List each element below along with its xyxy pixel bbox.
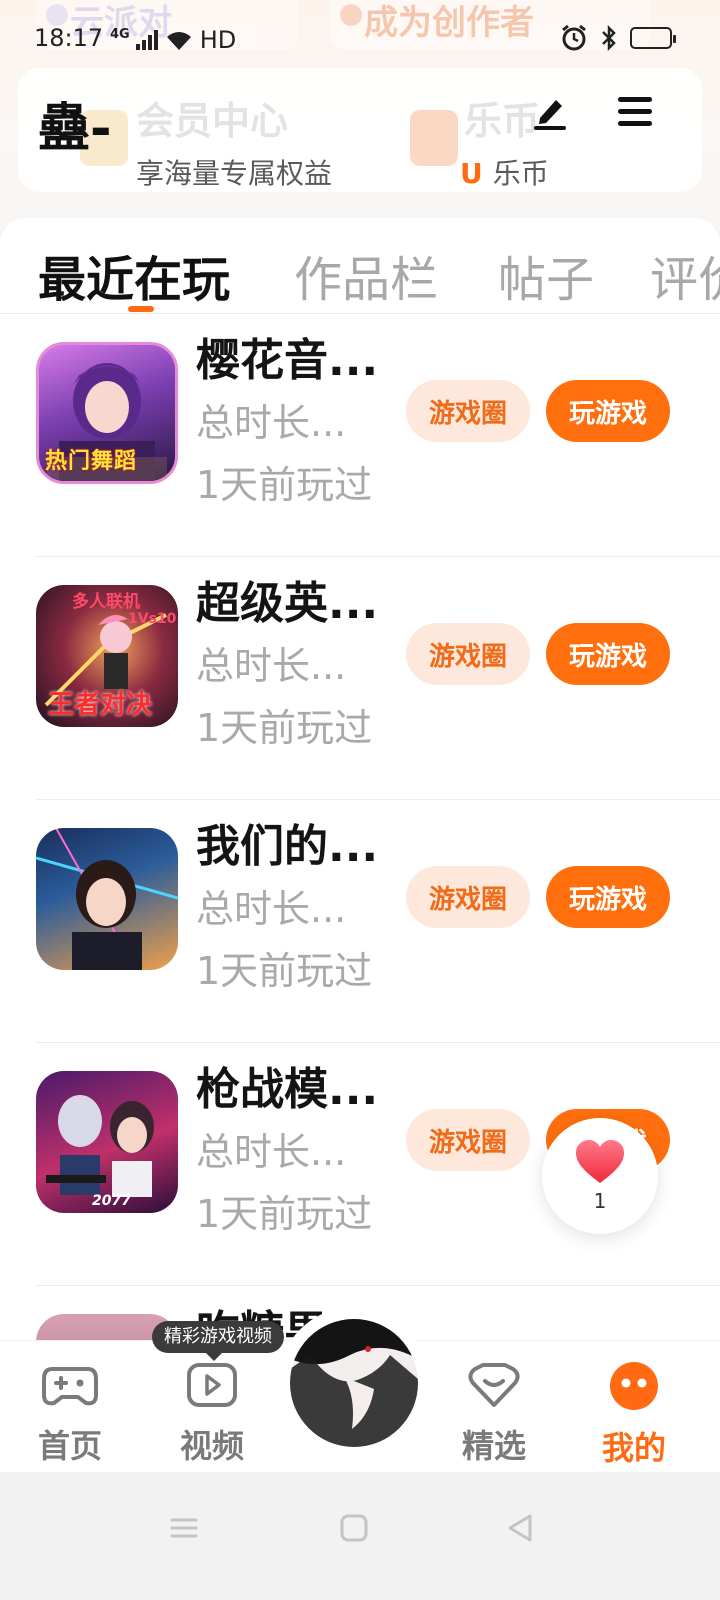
game-duration: 总时长... xyxy=(196,644,347,688)
menu-button[interactable] xyxy=(612,88,660,136)
smile-face-icon xyxy=(610,1362,658,1410)
game-title: 枪战模... xyxy=(196,1064,379,1115)
avatar xyxy=(290,1319,418,1447)
member-card[interactable]: 会员中心 享海量专属权益 乐币 U 乐币 xyxy=(18,68,702,192)
game-title: 我们的... xyxy=(196,821,379,872)
network-indicator: 4G HD xyxy=(110,26,237,54)
tab-posts[interactable]: 帖子 xyxy=(498,240,594,310)
game-circle-button[interactable]: 游戏圈 xyxy=(406,1109,530,1171)
play-game-button[interactable]: 玩游戏 xyxy=(546,623,670,685)
game-title: 樱花音... xyxy=(196,335,379,386)
status-bar: 18:17 4G HD xyxy=(0,20,720,60)
game-last-played: 1天前玩过 xyxy=(196,463,373,507)
tab-active-indicator xyxy=(128,306,154,312)
hamburger-menu-icon xyxy=(618,97,652,126)
coin-bag-icon xyxy=(410,110,458,166)
username[interactable]: 蠱- xyxy=(38,86,112,161)
game-icon-our-story[interactable] xyxy=(36,828,178,970)
back-button[interactable] xyxy=(496,1504,544,1552)
heart-icon xyxy=(576,1140,624,1183)
list-item[interactable]: 热门舞蹈 樱花音... 总时长... 1天前玩过 游戏圈 玩游戏 xyxy=(0,314,720,557)
recent-apps-button[interactable] xyxy=(160,1504,208,1552)
game-last-played: 1天前玩过 xyxy=(196,949,373,993)
play-game-button[interactable]: 玩游戏 xyxy=(546,866,670,928)
nav-featured[interactable]: 精选 xyxy=(434,1361,554,1467)
profile-tabs: 最近在玩 作品栏 帖子 评价 xyxy=(0,218,720,314)
nav-video[interactable]: 视频 xyxy=(152,1361,272,1467)
home-square-icon xyxy=(340,1514,368,1542)
play-video-icon xyxy=(187,1363,237,1407)
system-navigation-bar xyxy=(0,1472,720,1600)
member-center-subtitle: 享海量专属权益 xyxy=(136,157,333,190)
tab-works[interactable]: 作品栏 xyxy=(294,240,438,310)
coin-icon: U xyxy=(460,157,483,190)
signal-icon xyxy=(135,30,158,50)
game-last-played: 1天前玩过 xyxy=(196,706,373,750)
tab-recently-played[interactable]: 最近在玩 xyxy=(38,240,230,310)
game-last-played: 1天前玩过 xyxy=(196,1192,373,1236)
status-time: 18:17 xyxy=(34,24,104,52)
game-duration: 总时长... xyxy=(196,401,347,445)
game-circle-button[interactable]: 游戏圈 xyxy=(406,866,530,928)
edit-profile-button[interactable] xyxy=(526,88,574,136)
game-icon-sakura[interactable]: 热门舞蹈 xyxy=(36,342,178,484)
video-tooltip: 精彩游戏视频 xyxy=(152,1321,284,1361)
wifi-icon xyxy=(166,32,191,50)
game-title: 超级英... xyxy=(196,578,379,629)
game-circle-button[interactable]: 游戏圈 xyxy=(406,380,530,442)
game-icon-super-hero[interactable]: 多人联机 1Vs10 王者对决 xyxy=(36,585,178,727)
bottom-navigation: 精彩游戏视频 首页 视频 精选 我的 xyxy=(0,1307,720,1472)
list-item[interactable]: 多人联机 1Vs10 王者对决 超级英... 总时长... 1天前玩过 游戏圈 … xyxy=(0,557,720,800)
game-duration: 总时长... xyxy=(196,887,347,931)
like-count: 1 xyxy=(593,1189,607,1213)
alarm-icon xyxy=(562,24,586,51)
gamepad-icon xyxy=(42,1367,98,1406)
game-duration: 总时长... xyxy=(196,1130,347,1174)
pencil-icon xyxy=(534,100,566,130)
list-item[interactable]: 我们的... 总时长... 1天前玩过 游戏圈 玩游戏 xyxy=(0,800,720,1043)
nav-mine[interactable]: 我的 xyxy=(574,1361,694,1469)
game-icon-gun-battle[interactable]: 2077 xyxy=(36,1071,178,1213)
home-button[interactable] xyxy=(330,1504,378,1552)
tab-reviews[interactable]: 评价 xyxy=(650,240,720,310)
like-floating-button[interactable]: 1 xyxy=(542,1118,658,1234)
center-avatar-button[interactable] xyxy=(290,1319,418,1447)
game-circle-button[interactable]: 游戏圈 xyxy=(406,623,530,685)
bluetooth-icon xyxy=(602,24,616,52)
back-triangle-icon xyxy=(508,1514,532,1542)
nav-home[interactable]: 首页 xyxy=(10,1361,130,1467)
play-game-button[interactable]: 玩游戏 xyxy=(546,380,670,442)
coin-subtitle: U 乐币 xyxy=(460,157,549,190)
recent-apps-icon xyxy=(170,1518,198,1538)
battery-icon xyxy=(630,27,676,49)
heart-chat-icon xyxy=(468,1363,520,1407)
member-center-title: 会员中心 xyxy=(136,99,289,143)
